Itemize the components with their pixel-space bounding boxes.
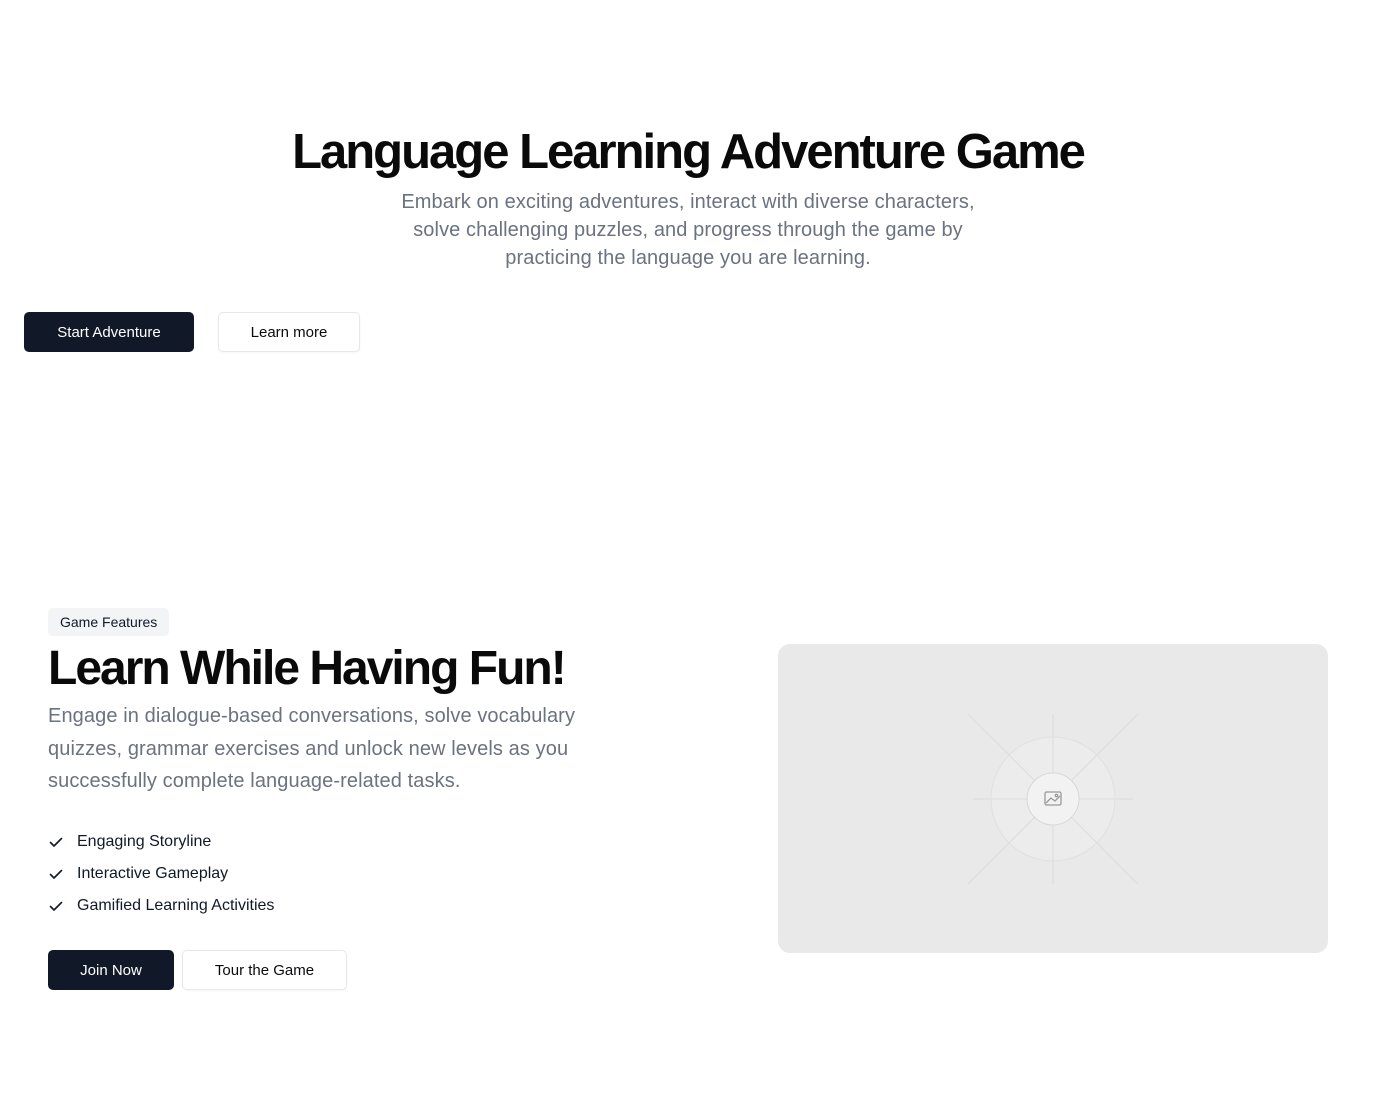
tour-the-game-button[interactable]: Tour the Game bbox=[182, 950, 347, 990]
image-placeholder-icon bbox=[967, 713, 1139, 885]
features-subtitle: Engage in dialogue-based conversations, … bbox=[48, 705, 576, 792]
learn-more-button[interactable]: Learn more bbox=[218, 312, 360, 352]
features-title: Learn While Having Fun! bbox=[48, 642, 567, 695]
feature-item-label: Engaging Storyline bbox=[77, 833, 212, 850]
feature-item: Interactive Gameplay bbox=[48, 858, 274, 890]
page: Language Learning Adventure Game Embark … bbox=[0, 0, 1376, 1118]
feature-item: Engaging Storyline bbox=[48, 826, 274, 858]
feature-list: Engaging Storyline Interactive Gameplay … bbox=[48, 826, 274, 922]
check-icon bbox=[48, 866, 64, 882]
feature-item-label: Gamified Learning Activities bbox=[77, 897, 275, 914]
feature-item-label: Interactive Gameplay bbox=[77, 865, 229, 882]
hero-section: Language Learning Adventure Game Embark … bbox=[0, 0, 1376, 420]
check-icon bbox=[48, 834, 64, 850]
feature-item: Gamified Learning Activities bbox=[48, 890, 274, 922]
feature-image-placeholder bbox=[778, 644, 1328, 953]
check-icon bbox=[48, 898, 64, 914]
hero-subtitle: Embark on exciting adventures, interact … bbox=[401, 191, 975, 269]
hero-title: Language Learning Adventure Game bbox=[292, 125, 1086, 179]
start-adventure-button[interactable]: Start Adventure bbox=[24, 312, 194, 352]
game-features-badge: Game Features bbox=[48, 608, 170, 636]
join-now-button[interactable]: Join Now bbox=[48, 950, 174, 990]
